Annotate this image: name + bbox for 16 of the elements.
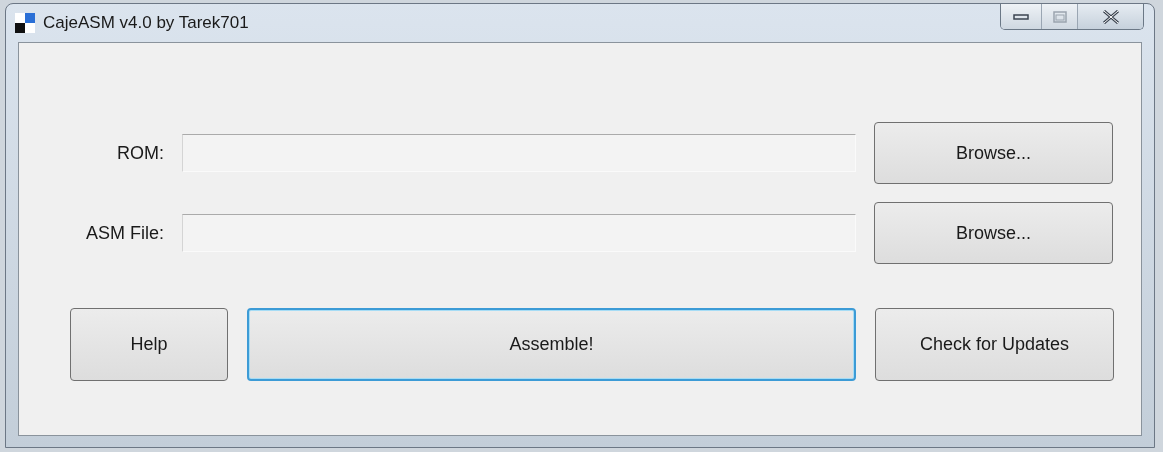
browse-button[interactable]: Browse... xyxy=(874,202,1113,264)
browse-button[interactable]: Browse... xyxy=(874,122,1113,184)
maximize-icon xyxy=(1052,10,1067,23)
minimize-icon xyxy=(1013,12,1029,21)
field-label: ROM: xyxy=(117,141,164,165)
app-icon xyxy=(14,12,36,34)
action-button[interactable]: Help xyxy=(70,308,228,381)
path-field[interactable] xyxy=(182,134,856,172)
close-button[interactable] xyxy=(1077,4,1143,29)
close-icon xyxy=(1101,9,1120,24)
path-field[interactable] xyxy=(182,214,856,252)
minimize-button[interactable] xyxy=(1001,4,1041,29)
window-title: CajeASM v4.0 by Tarek701 xyxy=(43,12,249,35)
action-button[interactable]: Check for Updates xyxy=(875,308,1114,381)
action-button[interactable]: Assemble! xyxy=(247,308,856,381)
field-label: ASM File: xyxy=(86,221,164,245)
